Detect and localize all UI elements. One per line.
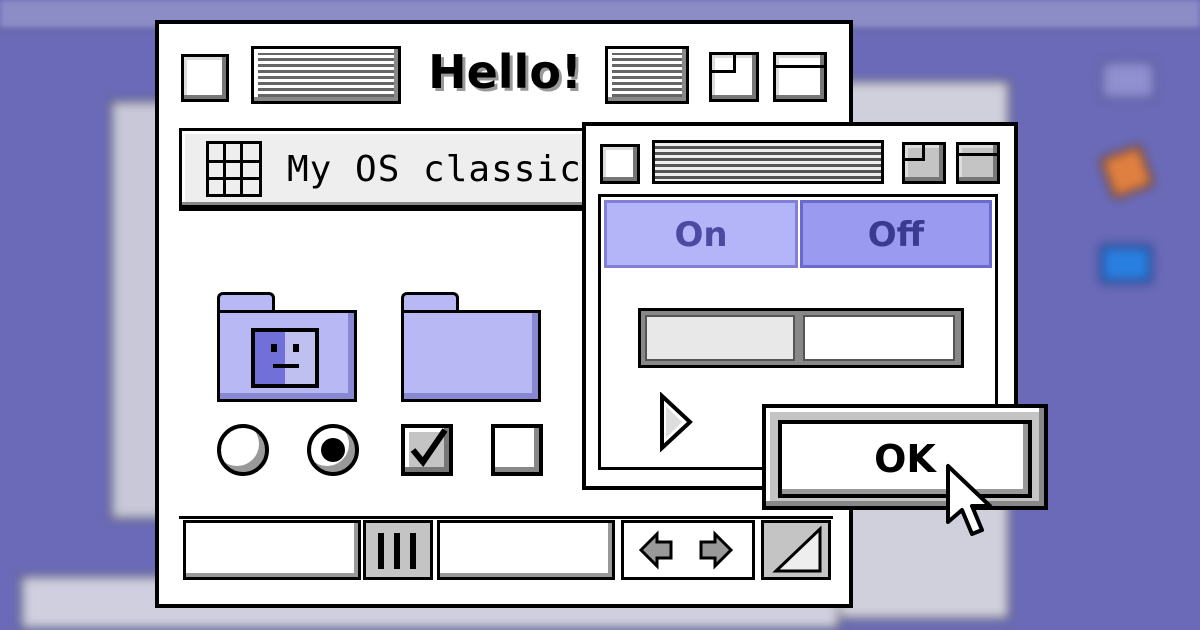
- off-segment[interactable]: Off: [800, 200, 992, 268]
- slider-remaining: [803, 315, 955, 361]
- checkbox-checked[interactable]: [401, 424, 453, 476]
- folder-icon[interactable]: [401, 292, 541, 402]
- pointer-cursor-icon: [946, 464, 992, 536]
- scroll-right-arrow-icon[interactable]: [695, 530, 735, 570]
- radio-button-selected[interactable]: [307, 424, 359, 476]
- radio-button-unselected[interactable]: [217, 424, 269, 476]
- scroll-left-arrow-icon[interactable]: [637, 530, 677, 570]
- on-segment[interactable]: On: [604, 200, 798, 268]
- slider-track[interactable]: [638, 308, 964, 368]
- collapse-box-icon[interactable]: [773, 52, 827, 102]
- title-bar-stripes-right[interactable]: [605, 46, 689, 104]
- folder-desktop-icon[interactable]: [1100, 245, 1152, 283]
- application-desktop-icon[interactable]: [1098, 143, 1156, 201]
- collapse-box-icon[interactable]: [956, 142, 1000, 184]
- system-folder-icon[interactable]: [217, 292, 357, 402]
- scrollbar-track-right[interactable]: [437, 520, 615, 580]
- scrollbar-thumb[interactable]: [363, 520, 433, 580]
- hard-disk-desktop-icon[interactable]: [1100, 60, 1156, 100]
- checkmark-icon: [410, 428, 448, 467]
- zoom-box-icon[interactable]: [709, 52, 759, 102]
- scrollbar-track-left[interactable]: [183, 520, 361, 580]
- location-label: My OS classic: [287, 149, 582, 190]
- close-box-icon[interactable]: [600, 144, 640, 184]
- zoom-box-icon[interactable]: [902, 142, 946, 184]
- checkbox-unchecked[interactable]: [491, 424, 543, 476]
- title-bar-stripes[interactable]: [652, 140, 884, 184]
- window-title: Hello!: [428, 45, 582, 99]
- disclosure-triangle-icon[interactable]: [656, 392, 696, 452]
- close-box-icon[interactable]: [181, 54, 229, 102]
- title-bar-stripes-left[interactable]: [251, 46, 401, 104]
- resize-grip-icon[interactable]: [761, 520, 831, 580]
- grid-icon: [206, 141, 262, 197]
- slider-fill: [645, 315, 795, 361]
